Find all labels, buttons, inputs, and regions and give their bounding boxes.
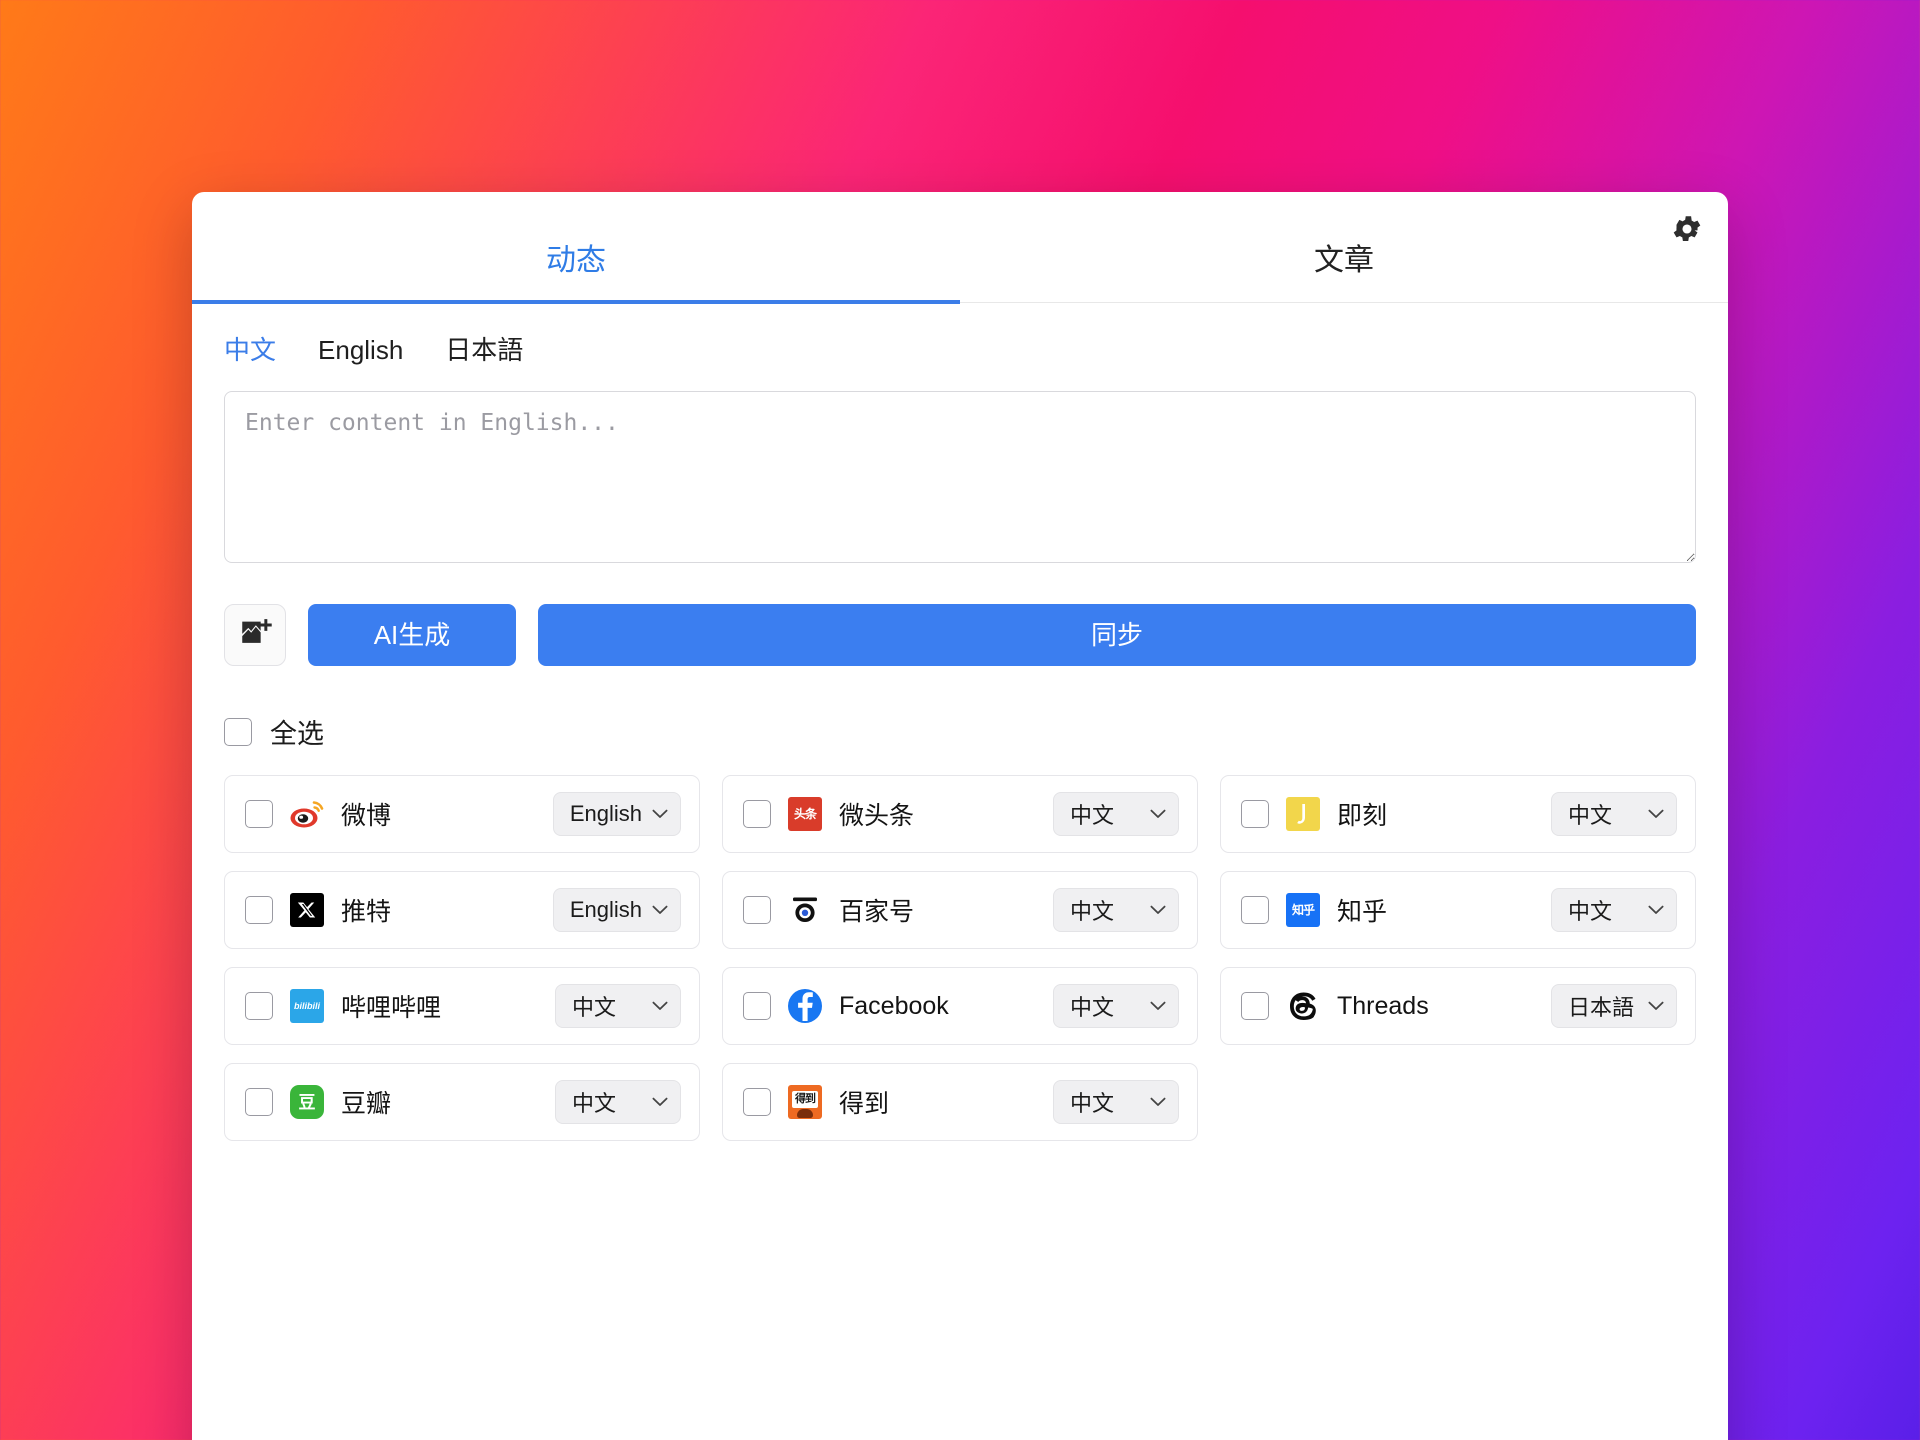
platform-language-value: 日本語 xyxy=(1568,995,1635,1020)
platform-card[interactable]: Threads 日本語 xyxy=(1220,967,1696,1045)
platform-language-select[interactable]: 中文 xyxy=(1053,1080,1179,1124)
lang-tab-chinese[interactable]: 中文 xyxy=(224,337,276,363)
platform-language-select[interactable]: English xyxy=(552,888,681,932)
platform-language-select[interactable]: English xyxy=(552,792,681,836)
platform-card[interactable]: bilibili 哔哩哔哩 中文 xyxy=(224,967,700,1045)
content-textarea[interactable] xyxy=(224,391,1696,563)
platform-checkbox[interactable] xyxy=(1241,800,1269,828)
platform-language-value: 中文 xyxy=(1070,1091,1115,1116)
ai-generate-button[interactable]: AI生成 xyxy=(308,604,516,666)
platform-checkbox[interactable] xyxy=(245,896,273,924)
platform-checkbox[interactable] xyxy=(245,992,273,1020)
platform-language-select[interactable]: 中文 xyxy=(1551,792,1677,836)
platform-language-select[interactable]: 中文 xyxy=(555,984,681,1028)
tab-wenzhang-label: 文章 xyxy=(1314,244,1374,277)
language-tab-bar: 中文 English 日本語 xyxy=(192,303,1728,363)
platform-language-select[interactable]: 中文 xyxy=(1551,888,1677,932)
select-all-row: 全选 xyxy=(192,666,1728,751)
chevron-down-icon xyxy=(652,809,668,818)
app-panel: 动态 文章 中文 English 日本語 AI生成 同步 全选 xyxy=(192,192,1728,1440)
platform-language-select[interactable]: 日本語 xyxy=(1551,984,1677,1028)
action-row: AI生成 同步 xyxy=(192,568,1728,666)
platform-name: 得到 xyxy=(839,1090,890,1118)
platform-card[interactable]: Facebook 中文 xyxy=(722,967,1198,1045)
platform-language-value: 中文 xyxy=(1568,899,1613,924)
platform-card[interactable]: 微博 English xyxy=(224,775,700,853)
chevron-down-icon xyxy=(652,905,668,914)
platform-language-value: 中文 xyxy=(572,1091,617,1116)
platform-language-value: 中文 xyxy=(1070,995,1115,1020)
chevron-down-icon xyxy=(1150,1097,1166,1106)
platform-checkbox[interactable] xyxy=(743,800,771,828)
platform-card[interactable]: 得到 得到 中文 xyxy=(722,1063,1198,1141)
platform-name: Facebook xyxy=(839,991,949,1020)
platform-name: 豆瓣 xyxy=(341,1090,392,1118)
select-all-checkbox[interactable] xyxy=(224,717,252,746)
platform-language-value: English xyxy=(569,801,642,826)
chevron-down-icon xyxy=(1150,1001,1166,1010)
platform-language-value: 中文 xyxy=(1568,803,1613,828)
chevron-down-icon xyxy=(1648,1001,1664,1010)
platform-card[interactable]: 豆 豆瓣 中文 xyxy=(224,1063,700,1141)
chevron-down-icon xyxy=(1648,809,1664,818)
platform-card[interactable]: 百家号 中文 xyxy=(722,871,1198,949)
chevron-down-icon xyxy=(652,1097,668,1106)
add-image-icon xyxy=(238,616,272,655)
jike-icon xyxy=(1285,796,1321,832)
platform-checkbox[interactable] xyxy=(743,896,771,924)
platform-name: Threads xyxy=(1337,991,1429,1020)
platform-card[interactable]: 头条 微头条 中文 xyxy=(722,775,1198,853)
platform-card[interactable]: 知乎 知乎 中文 xyxy=(1220,871,1696,949)
platform-grid: 微博 English 头条 微头条 中文 即刻 中文 推特 English 百家… xyxy=(192,751,1728,1141)
platform-checkbox[interactable] xyxy=(245,1088,273,1116)
platform-checkbox[interactable] xyxy=(245,800,273,828)
platform-language-select[interactable]: 中文 xyxy=(1053,792,1179,836)
platform-language-value: English xyxy=(569,897,642,922)
platform-card[interactable]: 即刻 中文 xyxy=(1220,775,1696,853)
chevron-down-icon xyxy=(652,1001,668,1010)
platform-language-value: 中文 xyxy=(1070,899,1115,924)
zhihu-icon: 知乎 xyxy=(1285,892,1321,928)
add-image-button[interactable] xyxy=(224,604,286,666)
platform-language-select[interactable]: 中文 xyxy=(1053,888,1179,932)
baijiahao-icon xyxy=(787,892,823,928)
platform-name: 百家号 xyxy=(839,898,915,926)
platform-name: 微博 xyxy=(341,802,392,830)
platform-checkbox[interactable] xyxy=(1241,896,1269,924)
chevron-down-icon xyxy=(1150,905,1166,914)
threads-icon xyxy=(1285,988,1321,1024)
dedao-icon: 得到 xyxy=(787,1084,823,1120)
platform-language-select[interactable]: 中文 xyxy=(555,1080,681,1124)
chevron-down-icon xyxy=(1150,809,1166,818)
platform-language-value: 中文 xyxy=(1070,803,1115,828)
select-all-label: 全选 xyxy=(270,719,324,749)
platform-card[interactable]: 推特 English xyxy=(224,871,700,949)
douban-icon: 豆 xyxy=(289,1084,325,1120)
sync-button[interactable]: 同步 xyxy=(538,604,1696,666)
toutiao-icon: 头条 xyxy=(787,796,823,832)
tab-wenzhang[interactable]: 文章 xyxy=(960,218,1728,302)
platform-checkbox[interactable] xyxy=(743,1088,771,1116)
platform-language-value: 中文 xyxy=(572,995,617,1020)
platform-checkbox[interactable] xyxy=(743,992,771,1020)
lang-tab-japanese[interactable]: 日本語 xyxy=(445,337,523,363)
facebook-icon xyxy=(787,988,823,1024)
platform-name: 知乎 xyxy=(1337,898,1388,926)
platform-checkbox[interactable] xyxy=(1241,992,1269,1020)
platform-language-select[interactable]: 中文 xyxy=(1053,984,1179,1028)
weibo-icon xyxy=(289,796,325,832)
tab-dongtai-label: 动态 xyxy=(546,244,606,277)
platform-name: 即刻 xyxy=(1337,802,1388,830)
tab-dongtai[interactable]: 动态 xyxy=(192,218,960,304)
platform-name: 微头条 xyxy=(839,802,915,830)
x-twitter-icon xyxy=(289,892,325,928)
chevron-down-icon xyxy=(1648,905,1664,914)
main-tab-bar: 动态 文章 xyxy=(192,218,1728,304)
platform-name: 哔哩哔哩 xyxy=(341,994,442,1022)
bilibili-icon: bilibili xyxy=(289,988,325,1024)
lang-tab-english[interactable]: English xyxy=(318,337,403,363)
editor-container xyxy=(192,363,1728,568)
platform-name: 推特 xyxy=(341,898,392,926)
